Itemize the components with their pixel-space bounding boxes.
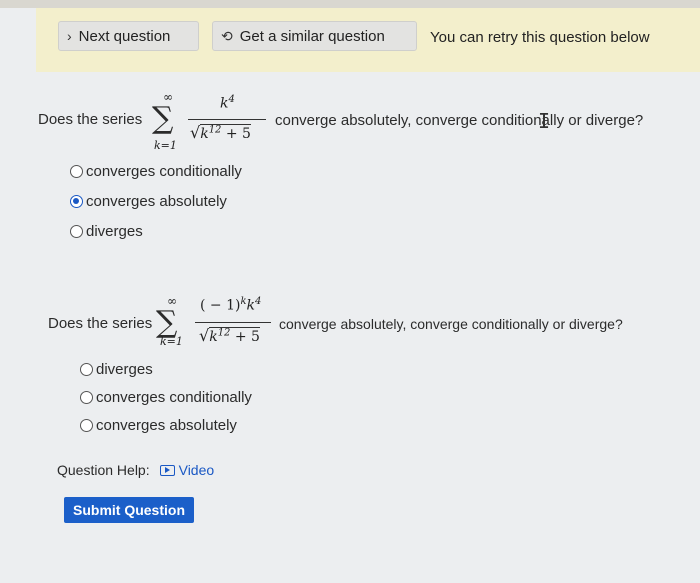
refresh-icon: ⟲ — [221, 27, 233, 44]
q2-suffix: converge absolutely, converge conditiona… — [279, 316, 623, 332]
q1-radio-conditionally[interactable] — [70, 165, 83, 178]
submit-question-button[interactable]: Submit Question — [64, 497, 194, 523]
q2-option-label: diverges — [96, 361, 153, 378]
top-strip — [0, 0, 700, 8]
q1-radio-absolutely[interactable] — [70, 195, 83, 208]
q1-option-converges-absolutely[interactable]: converges absolutely — [70, 193, 227, 210]
q2-sum-lower: k=1 — [160, 335, 183, 348]
q1-numerator: k4 — [220, 94, 235, 112]
q1-option-label: converges absolutely — [86, 193, 227, 210]
text-cursor-icon: I — [538, 109, 551, 133]
q2-fraction-bar — [195, 322, 271, 323]
video-play-icon — [159, 464, 175, 476]
next-question-button[interactable]: › Next question — [58, 21, 199, 51]
similar-question-label: Get a similar question — [239, 27, 385, 45]
q1-prefix: Does the series — [38, 111, 143, 128]
q2-option-label: converges conditionally — [96, 389, 252, 406]
q2-denominator: √k12 + 5 — [199, 326, 260, 345]
q1-fraction-bar — [188, 119, 266, 120]
q2-sigma-icon: ∑ — [156, 305, 178, 340]
q2-option-diverges[interactable]: diverges — [80, 361, 153, 378]
q2-radio-conditionally[interactable] — [80, 391, 93, 404]
q1-option-label: converges conditionally — [86, 163, 242, 180]
q2-prefix: Does the series — [48, 315, 153, 332]
q1-option-diverges[interactable]: diverges — [70, 223, 143, 240]
q1-sum-lower: k=1 — [154, 139, 177, 152]
q1-option-label: diverges — [86, 223, 143, 240]
video-link-label: Video — [178, 462, 215, 478]
q2-option-converges-conditionally[interactable]: converges conditionally — [80, 389, 252, 406]
q2-radio-absolutely[interactable] — [80, 419, 93, 432]
q1-denominator: √k12 + 5 — [190, 123, 251, 142]
question-help: Question Help: Video — [57, 462, 214, 478]
q2-option-label: converges absolutely — [96, 417, 237, 434]
q2-option-converges-absolutely[interactable]: converges absolutely — [80, 417, 237, 434]
next-question-label: Next question — [78, 27, 171, 45]
video-link[interactable]: Video — [159, 462, 215, 478]
q1-option-converges-conditionally[interactable]: converges conditionally — [70, 163, 242, 180]
q1-sigma-icon: ∑ — [152, 101, 174, 136]
q1-radio-diverges[interactable] — [70, 225, 83, 238]
question-help-label: Question Help: — [57, 462, 150, 478]
chevron-right-icon: › — [67, 28, 72, 44]
q1-suffix: converge absolutely, converge conditiona… — [275, 112, 644, 129]
retry-notice: You can retry this question below — [430, 29, 650, 46]
similar-question-button[interactable]: ⟲ Get a similar question — [212, 21, 417, 51]
q2-radio-diverges[interactable] — [80, 363, 93, 376]
q2-numerator: ( − 1)kk4 — [200, 296, 262, 314]
